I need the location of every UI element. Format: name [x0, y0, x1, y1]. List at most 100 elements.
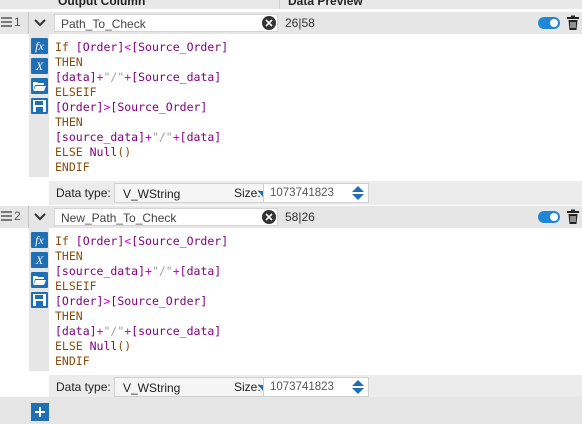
expression-token: ENDIF [55, 354, 90, 368]
expression-token: [data] [55, 324, 97, 338]
drag-handle-icon[interactable] [1, 17, 12, 29]
chevron-down-icon[interactable] [32, 15, 48, 31]
expression-token: [Source_data] [131, 70, 222, 84]
output-column-name: New_Path_To_Check [61, 211, 177, 225]
formula-row-1: 1 Path_To_Check 26|58 [0, 12, 582, 34]
expression-editor[interactable]: If [Order]<[Source_Order] THEN [data]+"/"+… [55, 40, 228, 175]
expression-line: ELSEIF [55, 85, 228, 100]
formula-row-2: 2 New_Path_To_Check 58|26 [0, 206, 582, 228]
expression-token: [data] [179, 130, 222, 144]
size-label: Size: [234, 186, 261, 200]
expression-line: ENDIF [55, 354, 228, 369]
expression-token: If [55, 40, 76, 54]
clear-name-icon[interactable] [262, 16, 276, 30]
size-input[interactable]: 1073741823 [263, 183, 369, 203]
expression-token: + [145, 130, 152, 144]
data-type-value: V_WString [123, 381, 181, 395]
expression-token: If [55, 234, 76, 248]
header-divider[interactable] [279, 0, 280, 9]
expression-token: "/" [103, 324, 125, 338]
folder-open-icon[interactable] [31, 272, 48, 288]
output-column-name-input[interactable]: New_Path_To_Check [54, 208, 278, 226]
expression-token: [Order] [75, 234, 125, 248]
expression-line: [source_data]+"/"+[data] [55, 264, 228, 279]
expression-line: If [Order]<[Source_Order] [55, 40, 228, 55]
expression-token: [Order] [55, 294, 104, 308]
expression-token: [source_data] [55, 130, 146, 144]
expression-line: ELSEIF [55, 279, 228, 294]
expression-token: "/" [151, 264, 173, 278]
expression-token: THEN [55, 249, 83, 263]
data-preview-value: 26|58 [285, 16, 315, 30]
enable-toggle[interactable] [538, 211, 560, 223]
expression-token: THEN [55, 55, 83, 69]
trash-icon[interactable] [566, 15, 580, 31]
save-icon[interactable] [31, 98, 48, 114]
save-icon[interactable] [31, 292, 48, 308]
expression-token: + [172, 264, 180, 278]
chevron-down-icon[interactable] [32, 209, 48, 225]
expression-line: [Order]>[Source_Order] [55, 100, 228, 115]
x-variable-icon[interactable]: X [31, 252, 48, 268]
output-column-name-input[interactable]: Path_To_Check [54, 14, 278, 32]
clear-name-icon[interactable] [262, 210, 276, 224]
expression-token: Null [89, 145, 118, 159]
column-header: Output Column Data Preview [0, 0, 582, 9]
x-variable-icon[interactable]: X [31, 58, 48, 74]
expression-line: [source_data]+"/"+[data] [55, 130, 228, 145]
row-index: 2 [14, 209, 21, 223]
expression-token: THEN [55, 115, 83, 129]
data-type-value: V_WString [123, 187, 181, 201]
expression-token: ENDIF [55, 160, 90, 174]
data-type-label: Data type: [56, 380, 111, 394]
expression-line: ELSE Null() [55, 145, 228, 160]
expression-token: [Source_Order] [131, 40, 229, 54]
expression-token: ELSEIF [55, 85, 97, 99]
fx-function-icon[interactable]: fx [31, 38, 48, 54]
expression-token: THEN [55, 309, 83, 323]
spin-down-icon[interactable] [352, 388, 364, 394]
expression-line: ELSE Null() [55, 339, 228, 354]
expression-line: [data]+"/"+[Source_data] [55, 70, 228, 85]
spin-up-icon[interactable] [352, 380, 364, 386]
expression-token: [Source_Order] [110, 294, 208, 308]
expression-line: THEN [55, 309, 228, 324]
expression-token: [data] [55, 70, 97, 84]
expression-token: Null [89, 339, 118, 353]
spin-up-icon[interactable] [352, 186, 364, 192]
expression-token: ELSE [55, 339, 90, 353]
expression-token: [Order] [75, 40, 125, 54]
expression-tools: fx X [29, 228, 49, 371]
trash-icon[interactable] [566, 209, 580, 225]
drag-handle-icon[interactable] [1, 211, 12, 223]
expression-token: "/" [103, 70, 125, 84]
output-column-name: Path_To_Check [61, 17, 146, 31]
divider [28, 12, 29, 34]
expression-token: () [117, 145, 132, 159]
enable-toggle[interactable] [538, 17, 560, 29]
fx-function-icon[interactable]: fx [31, 232, 48, 248]
expression-token: () [117, 339, 132, 353]
expression-token: + [172, 130, 180, 144]
expression-line: If [Order]<[Source_Order] [55, 234, 228, 249]
expression-editor[interactable]: If [Order]<[Source_Order] THEN [source_dat… [55, 234, 228, 369]
expression-token: [Source_Order] [110, 100, 208, 114]
expression-token: [Source_Order] [131, 234, 229, 248]
folder-open-icon[interactable] [31, 78, 48, 94]
size-value: 1073741823 [270, 381, 334, 393]
expression-line: [Order]>[Source_Order] [55, 294, 228, 309]
expression-token: [source_data] [131, 324, 222, 338]
add-formula-button[interactable] [31, 403, 49, 421]
expression-token: [Order] [55, 100, 104, 114]
expression-line: ENDIF [55, 160, 228, 175]
data-preview-header: Data Preview [288, 0, 363, 8]
type-bar: Data type: V_WString Size: 1073741823 [49, 181, 582, 205]
expression-token: ELSE [55, 145, 90, 159]
expression-token: + [145, 264, 152, 278]
row-index: 1 [14, 15, 21, 29]
expression-line: THEN [55, 249, 228, 264]
expression-token: ELSEIF [55, 279, 97, 293]
spin-down-icon[interactable] [352, 194, 364, 200]
size-input[interactable]: 1073741823 [263, 377, 369, 397]
expression-token: "/" [151, 130, 173, 144]
